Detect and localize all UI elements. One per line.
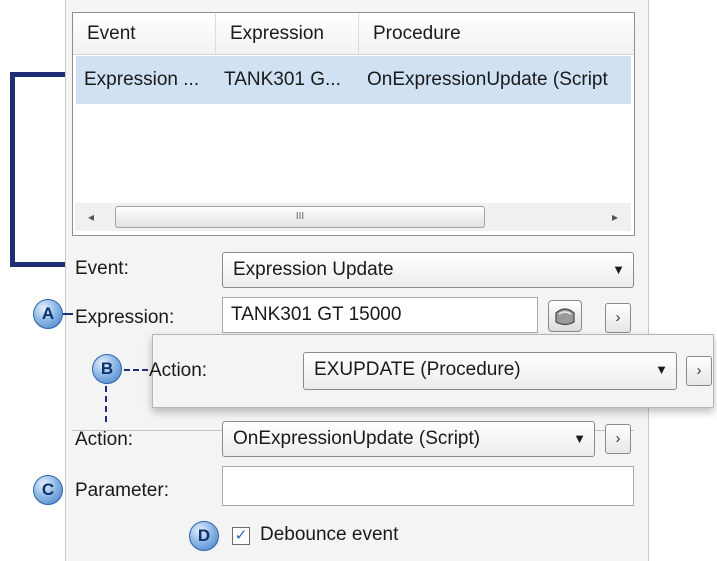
list-item-procedure[interactable]: OnExpressionUpdate (Script bbox=[359, 56, 631, 104]
parameter-input[interactable] bbox=[222, 466, 634, 506]
event-dropdown-value: Expression Update bbox=[233, 259, 394, 280]
callout-badge-a: A bbox=[33, 299, 63, 329]
procedure-action-value: EXUPDATE (Procedure) bbox=[314, 359, 521, 380]
callout-badge-c: C bbox=[33, 475, 63, 505]
scroll-left-icon[interactable]: ◂ bbox=[81, 205, 101, 229]
scroll-thumb[interactable]: III bbox=[115, 206, 485, 228]
chevron-down-icon: ▼ bbox=[612, 262, 625, 277]
action-dropdown[interactable]: OnExpressionUpdate (Script) ▼ bbox=[222, 421, 595, 457]
callout-line-b bbox=[124, 369, 148, 372]
expression-more-button[interactable]: › bbox=[605, 303, 631, 333]
column-header-event[interactable]: Event bbox=[73, 13, 216, 55]
callout-line-a bbox=[63, 313, 73, 316]
annotation-bracket bbox=[10, 75, 15, 265]
expression-builder-button[interactable] bbox=[548, 300, 582, 332]
callout-line-b-down bbox=[105, 386, 108, 422]
callout-badge-b: B bbox=[92, 354, 122, 384]
chevron-down-icon: ▼ bbox=[573, 431, 586, 446]
procedure-action-dropdown[interactable]: EXUPDATE (Procedure) ▼ bbox=[303, 352, 677, 390]
column-header-expression[interactable]: Expression bbox=[216, 13, 359, 55]
list-item-event[interactable]: Expression ... bbox=[76, 56, 216, 104]
annotation-bracket-top bbox=[10, 72, 72, 77]
action-dropdown-value: OnExpressionUpdate (Script) bbox=[233, 428, 481, 449]
procedure-action-callout: Action: EXUPDATE (Procedure) ▼ › bbox=[149, 334, 714, 408]
scroll-right-icon[interactable]: ▸ bbox=[605, 205, 625, 229]
column-header-procedure[interactable]: Procedure bbox=[359, 13, 634, 55]
callout-badge-d: D bbox=[189, 521, 219, 551]
popout-action-label: Action: bbox=[149, 360, 208, 381]
procedure-action-more-button[interactable]: › bbox=[686, 356, 712, 386]
list-item-expression[interactable]: TANK301 G... bbox=[216, 56, 359, 104]
action-label: Action: bbox=[75, 429, 134, 450]
event-label: Event: bbox=[75, 258, 129, 279]
event-dropdown[interactable]: Expression Update ▼ bbox=[222, 252, 634, 288]
action-more-button[interactable]: › bbox=[605, 424, 631, 454]
expression-label: Expression: bbox=[75, 307, 175, 328]
debounce-label[interactable]: Debounce event bbox=[260, 522, 398, 548]
expression-builder-icon bbox=[555, 308, 575, 326]
expression-input[interactable]: TANK301 GT 15000 bbox=[222, 297, 538, 333]
chevron-down-icon: ▼ bbox=[655, 362, 668, 377]
horizontal-scrollbar[interactable]: ◂ III ▸ bbox=[75, 203, 631, 231]
debounce-checkbox[interactable]: ✓ bbox=[232, 527, 250, 545]
annotation-bracket-bottom bbox=[10, 262, 72, 267]
parameter-label: Parameter: bbox=[75, 480, 169, 501]
event-list[interactable]: Event Expression Procedure Expression ..… bbox=[72, 12, 635, 236]
